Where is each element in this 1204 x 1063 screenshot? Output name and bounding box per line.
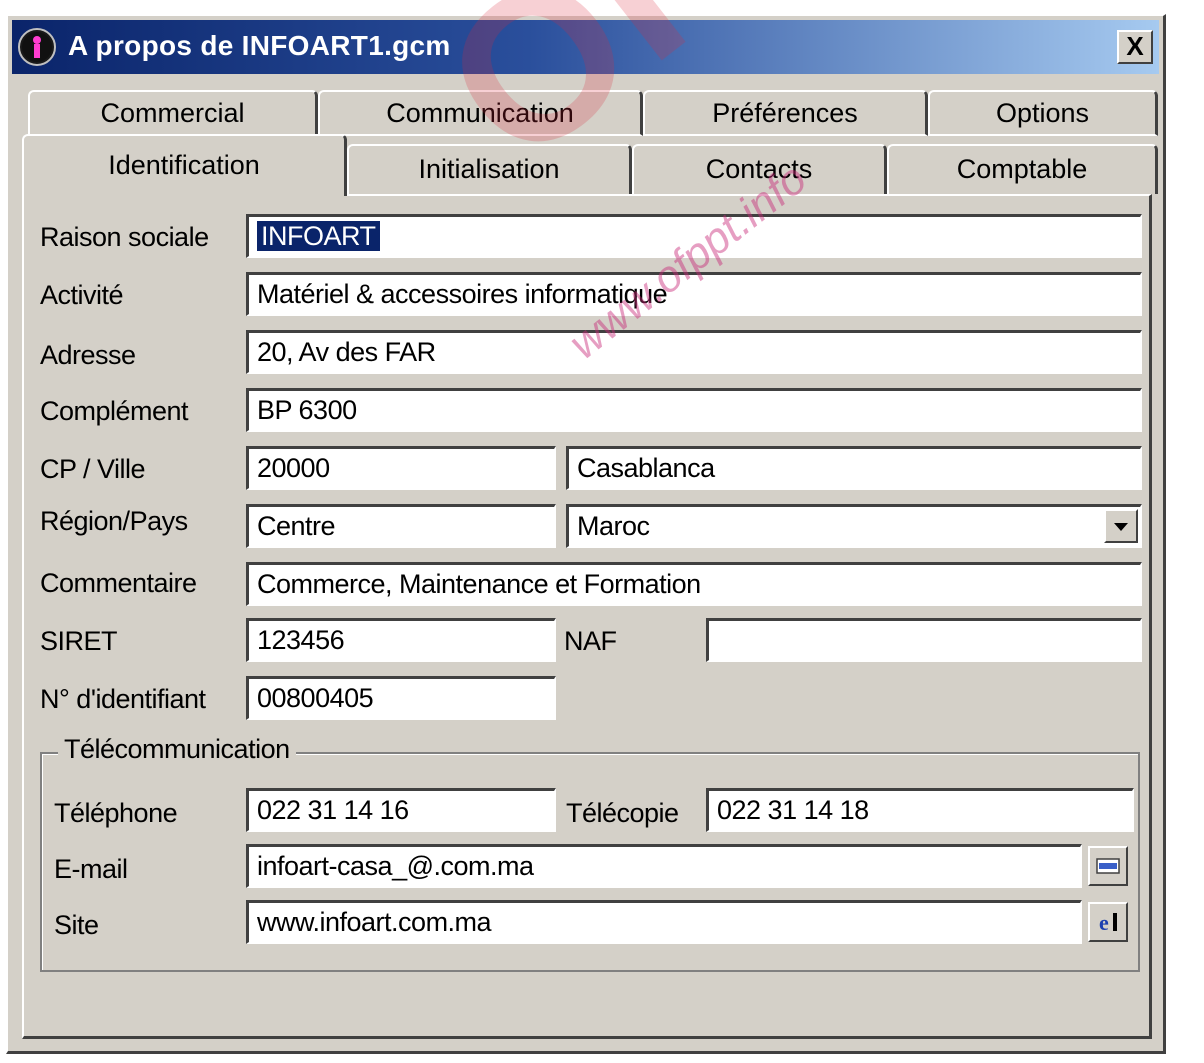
adresse-field[interactable]: 20, Av des FAR: [246, 330, 1142, 374]
region-pays-label: Région/Pays: [40, 506, 188, 536]
form-area: Raison sociale INFOART Activité Matériel…: [0, 0, 1204, 1063]
send-email-button[interactable]: [1088, 846, 1128, 886]
raison-sociale-label: Raison sociale: [40, 222, 209, 252]
svg-text:e: e: [1099, 910, 1109, 935]
telecopie-label: Télécopie: [566, 798, 679, 828]
siret-field[interactable]: 123456: [246, 618, 556, 662]
telephone-field[interactable]: 022 31 14 16: [246, 788, 556, 832]
telecom-legend: Télécommunication: [58, 734, 296, 765]
siret-label: SIRET: [40, 626, 118, 656]
commentaire-label: Commentaire: [40, 568, 197, 598]
identifiant-label: N° d'identifiant: [40, 684, 206, 714]
cp-ville-label: CP / Ville: [40, 454, 146, 484]
telephone-label: Téléphone: [54, 798, 178, 828]
cp-field[interactable]: 20000: [246, 446, 556, 490]
pays-dropdown-button[interactable]: [1104, 509, 1138, 543]
naf-field[interactable]: [706, 618, 1142, 662]
adresse-label: Adresse: [40, 340, 136, 370]
site-field[interactable]: www.infoart.com.ma: [246, 900, 1082, 944]
identifiant-field[interactable]: 00800405: [246, 676, 556, 720]
email-field[interactable]: infoart-casa_@.com.ma: [246, 844, 1082, 888]
site-label: Site: [54, 910, 99, 940]
pays-value: Maroc: [577, 511, 650, 541]
naf-label: NAF: [564, 626, 617, 656]
commentaire-field[interactable]: Commerce, Maintenance et Formation: [246, 562, 1142, 606]
browser-icon: e: [1099, 910, 1117, 935]
chevron-down-icon: [1114, 523, 1128, 531]
open-site-button[interactable]: e: [1088, 902, 1128, 942]
raison-sociale-field[interactable]: INFOART: [246, 214, 1142, 258]
region-field[interactable]: Centre: [246, 504, 556, 548]
ville-field[interactable]: Casablanca: [566, 446, 1142, 490]
complement-field[interactable]: BP 6300: [246, 388, 1142, 432]
activite-label: Activité: [40, 280, 124, 310]
pays-select[interactable]: Maroc: [566, 504, 1142, 548]
email-label: E-mail: [54, 854, 128, 884]
complement-label: Complément: [40, 396, 189, 426]
raison-sociale-value: INFOART: [257, 221, 380, 251]
telecopie-field[interactable]: 022 31 14 18: [706, 788, 1134, 832]
activite-field[interactable]: Matériel & accessoires informatique: [246, 272, 1142, 316]
mail-icon: [1096, 858, 1120, 874]
